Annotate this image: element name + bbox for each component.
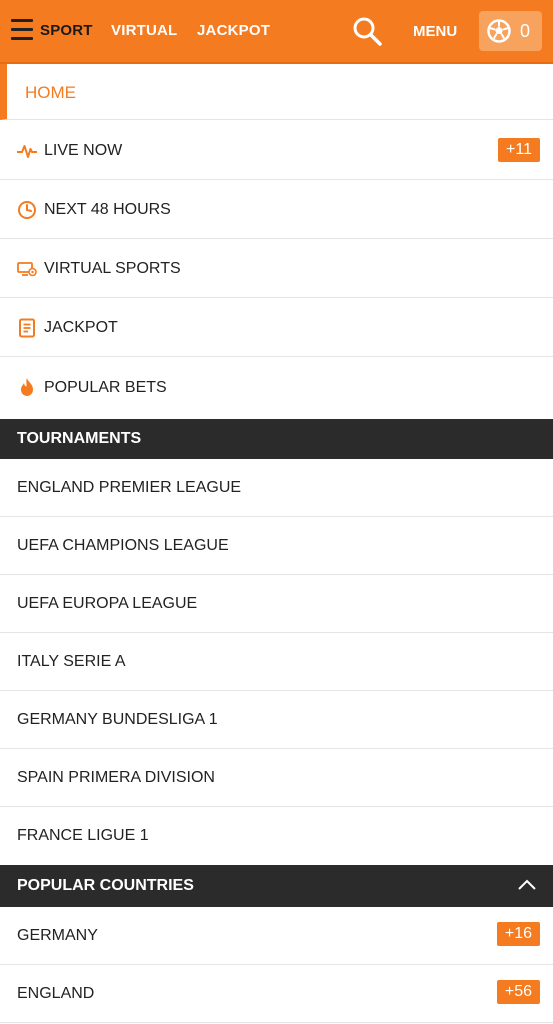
tournament-label: ENGLAND PREMIER LEAGUE: [17, 479, 242, 496]
tournament-item[interactable]: SPAIN PRIMERA DIVISION: [0, 749, 553, 807]
tournament-item[interactable]: FRANCE LIGUE 1: [0, 807, 553, 865]
live-now-label: LIVE NOW: [44, 142, 123, 159]
tournament-label: SPAIN PRIMERA DIVISION: [17, 769, 215, 786]
menu-item-live-now[interactable]: LIVE NOW +11: [0, 121, 553, 180]
tournament-label: ITALY SERIE A: [17, 653, 126, 670]
country-item-germany[interactable]: GERMANY +16: [0, 907, 553, 965]
tournament-item[interactable]: ITALY SERIE A: [0, 633, 553, 691]
virtual-sports-label: VIRTUAL SPORTS: [44, 260, 181, 277]
next-48-hours-label: NEXT 48 HOURS: [44, 201, 171, 218]
betslip-button[interactable]: 0: [479, 11, 542, 51]
jackpot-label: JACKPOT: [44, 319, 118, 336]
menu-item-popular-bets[interactable]: POPULAR BETS: [0, 357, 553, 419]
jackpot-icon: [19, 318, 35, 338]
menu-item-jackpot[interactable]: JACKPOT: [0, 298, 553, 357]
tournament-item[interactable]: UEFA EUROPA LEAGUE: [0, 575, 553, 633]
flame-icon: [21, 378, 33, 396]
tournament-label: FRANCE LIGUE 1: [17, 827, 149, 844]
nav-virtual[interactable]: VIRTUAL: [111, 22, 177, 39]
country-item-england[interactable]: ENGLAND +56: [0, 965, 553, 1023]
virtual-sports-icon: [17, 262, 37, 277]
country-label: ENGLAND: [17, 985, 95, 1002]
chevron-up-icon[interactable]: [517, 876, 537, 894]
country-count-badge: +56: [496, 980, 540, 1004]
tournament-label: UEFA CHAMPIONS LEAGUE: [17, 537, 229, 554]
menu-item-home[interactable]: HOME: [0, 64, 553, 120]
home-label: HOME: [25, 83, 76, 102]
nav-sport[interactable]: SPORT: [40, 22, 93, 39]
pulse-icon: [17, 145, 37, 158]
popular-bets-label: POPULAR BETS: [44, 379, 167, 396]
tournament-item[interactable]: GERMANY BUNDESLIGA 1: [0, 691, 553, 749]
clock-icon: [18, 201, 36, 219]
tournament-item[interactable]: UEFA CHAMPIONS LEAGUE: [0, 517, 553, 575]
tournament-item[interactable]: ENGLAND PREMIER LEAGUE: [0, 459, 553, 517]
menu-button[interactable]: MENU: [413, 23, 457, 40]
menu-item-virtual-sports[interactable]: VIRTUAL SPORTS: [0, 239, 553, 298]
soccer-ball-icon: [487, 19, 511, 43]
tournament-label: GERMANY BUNDESLIGA 1: [17, 711, 218, 728]
country-label: GERMANY: [17, 927, 98, 944]
tournaments-header: TOURNAMENTS: [0, 419, 553, 459]
top-bar: SPORT VIRTUAL JACKPOT MENU 0: [0, 0, 553, 64]
hamburger-menu-icon[interactable]: [11, 19, 33, 41]
live-now-count-badge: +11: [498, 138, 540, 162]
popular-countries-header[interactable]: POPULAR COUNTRIES: [0, 865, 553, 907]
tournament-label: UEFA EUROPA LEAGUE: [17, 595, 198, 612]
popular-countries-title: POPULAR COUNTRIES: [17, 877, 194, 894]
tournaments-title: TOURNAMENTS: [17, 430, 142, 447]
search-icon[interactable]: [352, 16, 382, 46]
menu-item-next-48-hours[interactable]: NEXT 48 HOURS: [0, 180, 553, 239]
country-count-badge: +16: [496, 922, 540, 946]
nav-jackpot[interactable]: JACKPOT: [197, 22, 270, 39]
betslip-count: 0: [520, 21, 531, 41]
